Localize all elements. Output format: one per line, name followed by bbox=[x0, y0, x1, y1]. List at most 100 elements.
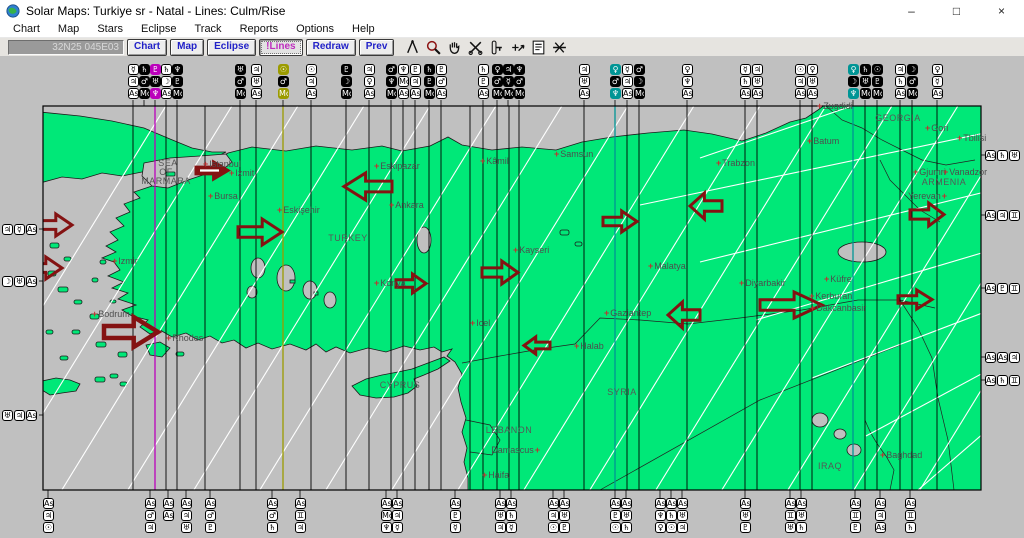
astro-glyph-planet: ♅ bbox=[150, 76, 161, 87]
close-button[interactable]: × bbox=[979, 0, 1024, 21]
astro-glyph-as: As bbox=[495, 498, 506, 509]
astro-glyph-planet: ♄ bbox=[478, 64, 489, 75]
astro-glyph-planet: ♇ bbox=[341, 64, 352, 75]
line-label-bottom: As ♃ ☿ bbox=[392, 498, 404, 534]
menu-item-options[interactable]: Options bbox=[287, 23, 343, 35]
astro-glyph-as: As bbox=[655, 498, 666, 509]
line-label-bottom: As ♃ As bbox=[875, 498, 887, 534]
astro-glyph-planet: ♃ bbox=[795, 76, 806, 87]
restore-button[interactable]: □ bbox=[934, 0, 979, 21]
city-label-rhodes: +Rhodes bbox=[166, 333, 203, 343]
city-name: Trabzon bbox=[722, 158, 755, 168]
menu-item-chart[interactable]: Chart bbox=[4, 23, 49, 35]
line-label-bottom: As ♅ ♇ bbox=[740, 498, 752, 534]
astro-glyph-as: As bbox=[985, 210, 996, 221]
menu-item-track[interactable]: Track bbox=[185, 23, 230, 35]
astro-glyph-planet: ♆ bbox=[682, 76, 693, 87]
menu-item-reports[interactable]: Reports bbox=[231, 23, 288, 35]
astro-glyph-planet: ☽ bbox=[848, 76, 859, 87]
city-marker: + bbox=[480, 156, 486, 166]
line-label-left: ♅ ♃ As bbox=[2, 410, 38, 422]
locate-point-icon[interactable] bbox=[507, 37, 528, 57]
astro-glyph-planet: ♅ bbox=[1009, 150, 1020, 161]
astro-glyph-planet: ♃ bbox=[677, 522, 688, 533]
astro-glyph-planet: ☽ bbox=[907, 64, 918, 75]
menu-item-eclipse[interactable]: Eclipse bbox=[132, 23, 185, 35]
line-label-top: ♀ ♂ ♆ bbox=[610, 64, 622, 100]
astro-glyph-planet: ♀ bbox=[848, 64, 859, 75]
astro-glyph-planet: ♆ bbox=[514, 64, 525, 75]
astro-glyph-planet: ☿ bbox=[740, 64, 751, 75]
minimize-button[interactable]: – bbox=[889, 0, 934, 21]
toolbar-button-eclipse[interactable]: Eclipse bbox=[207, 38, 257, 56]
astro-glyph-planet: ♅ bbox=[559, 510, 570, 521]
astro-glyph-as: As bbox=[666, 498, 677, 509]
menu-item-help[interactable]: Help bbox=[343, 23, 384, 35]
toolbar-button-map[interactable]: Map bbox=[170, 38, 205, 56]
zoom-icon[interactable] bbox=[423, 37, 444, 57]
city-marker: + bbox=[913, 167, 919, 177]
city-marker: + bbox=[166, 333, 172, 343]
astro-glyph-as: As bbox=[506, 498, 517, 509]
city-label-icel: +Icel bbox=[470, 318, 490, 328]
city-label-samsun: +Samsun bbox=[554, 149, 593, 159]
line-label-right: As ♃ ♊ bbox=[985, 210, 1021, 222]
astro-glyph-as: As bbox=[610, 498, 621, 509]
astro-glyph-planet: ♃ bbox=[306, 76, 317, 87]
astro-glyph-as: As bbox=[740, 88, 751, 99]
toolbar-button-lines[interactable]: !Lines bbox=[259, 38, 303, 56]
astro-glyph-planet: ♇ bbox=[410, 64, 421, 75]
astro-glyph-planet: ♅ bbox=[495, 510, 506, 521]
toolbar-button-chart[interactable]: Chart bbox=[127, 38, 168, 56]
city-name: Kâmil bbox=[486, 156, 509, 166]
line-label-top: ♆♂Mc bbox=[514, 64, 526, 100]
line-label-top: ♇ ♂ As bbox=[436, 64, 448, 100]
door-key-icon[interactable] bbox=[486, 37, 507, 57]
city-label-küfre: +Küfre bbox=[824, 274, 852, 284]
city-label-kâmil: +Kâmil bbox=[480, 156, 509, 166]
jack-star-icon[interactable] bbox=[549, 37, 570, 57]
city-label-damascus: Damascus+ bbox=[491, 445, 540, 455]
line-label-bottom: As ♃ ☉ bbox=[43, 498, 55, 534]
compass-icon[interactable] bbox=[402, 37, 423, 57]
astro-glyph-as: As bbox=[478, 88, 489, 99]
menu-item-map[interactable]: Map bbox=[49, 23, 88, 35]
astro-glyph-planet: ♇ bbox=[997, 283, 1008, 294]
astro-glyph-as: As bbox=[985, 150, 996, 161]
astro-glyph-planet: ♃ bbox=[128, 76, 139, 87]
window-title: Solar Maps: Turkiye sr - Natal - Lines: … bbox=[26, 3, 286, 18]
astro-glyph-planet: ♅ bbox=[740, 510, 751, 521]
astro-glyph-planet: ♄ bbox=[139, 64, 150, 75]
toolbar-button-prev[interactable]: Prev bbox=[358, 38, 395, 56]
city-marker: + bbox=[824, 274, 830, 284]
astro-glyph-planet: ♇ bbox=[559, 522, 570, 533]
line-label-top: ♀ ♆ As bbox=[682, 64, 694, 100]
report-page-icon[interactable] bbox=[528, 37, 549, 57]
city-label-bodrum: +Bodrum bbox=[92, 309, 130, 319]
city-marker: + bbox=[389, 200, 395, 210]
astro-glyph-as: As bbox=[621, 498, 632, 509]
astro-glyph-planet: ☿ bbox=[128, 64, 139, 75]
astro-glyph-mc: Mc bbox=[503, 88, 514, 99]
astro-glyph-planet: ♄ bbox=[506, 510, 517, 521]
astro-glyph-planet: ♃ bbox=[295, 522, 306, 533]
line-label-bottom: As ♂ ♄ bbox=[267, 498, 279, 534]
astro-glyph-planet: ♆ bbox=[610, 88, 621, 99]
region-label-marmara: MARMARA bbox=[141, 176, 191, 186]
toolbar-button-redraw[interactable]: Redraw bbox=[305, 38, 356, 56]
astro-glyph-planet: ♀ bbox=[492, 64, 503, 75]
astro-glyph-planet: ♄ bbox=[666, 510, 677, 521]
astro-glyph-as: As bbox=[43, 498, 54, 509]
line-label-bottom: As ♄ ☿ bbox=[506, 498, 518, 534]
city-label-tbilisi: +Tbilisi bbox=[957, 133, 986, 143]
astro-glyph-planet: ♇ bbox=[872, 76, 883, 87]
scissors-icon[interactable] bbox=[465, 37, 486, 57]
astro-glyph-as: As bbox=[364, 88, 375, 99]
city-label-haifa: +Haifa bbox=[482, 470, 509, 480]
coordinate-readout: 32N25 045E03 bbox=[8, 39, 124, 55]
astro-glyph-planet: ♃ bbox=[752, 64, 763, 75]
pan-hand-icon[interactable] bbox=[444, 37, 465, 57]
menu-item-stars[interactable]: Stars bbox=[88, 23, 132, 35]
astro-glyph-planet: ♄ bbox=[796, 522, 807, 533]
toolbar: 32N25 045E03 Chart Map Eclipse !Lines Redraw… bbox=[0, 38, 1024, 56]
